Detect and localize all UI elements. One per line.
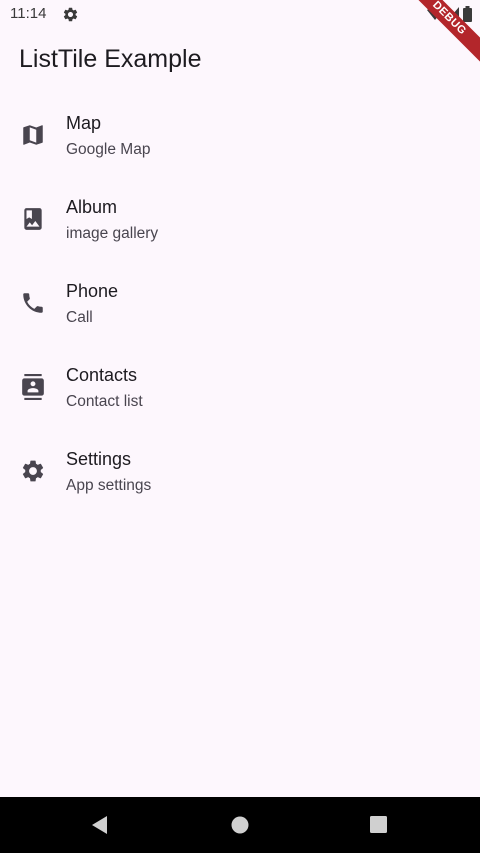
back-icon[interactable] xyxy=(90,815,110,835)
battery-icon xyxy=(463,6,472,22)
photo-album-icon xyxy=(24,208,42,230)
settings-status-icon xyxy=(63,7,78,22)
tile-subtitle: Contact list xyxy=(66,393,143,410)
contacts-icon xyxy=(22,374,44,400)
list-tile-settings[interactable]: Settings App settings xyxy=(0,430,480,514)
list-view: Map Google Map Album image gallery Phone… xyxy=(0,94,480,514)
list-tile-phone[interactable]: Phone Call xyxy=(0,262,480,346)
page-title: ListTile Example xyxy=(19,45,202,73)
recents-icon[interactable] xyxy=(369,815,389,835)
tile-title: Map xyxy=(66,113,102,133)
tile-subtitle: Call xyxy=(66,309,93,326)
tile-subtitle: Google Map xyxy=(66,141,151,158)
list-tile-album[interactable]: Album image gallery xyxy=(0,178,480,262)
settings-icon xyxy=(22,460,44,482)
tile-title: Album xyxy=(66,197,118,217)
tile-subtitle: App settings xyxy=(66,477,152,494)
phone-icon xyxy=(23,293,43,313)
system-navigation-bar xyxy=(0,797,480,853)
tile-subtitle: image gallery xyxy=(66,225,159,242)
list-tile-map[interactable]: Map Google Map xyxy=(0,94,480,178)
status-bar: 11:14 DEBUG xyxy=(0,0,480,71)
tile-title: Phone xyxy=(66,281,119,301)
tile-title: Contacts xyxy=(66,365,138,385)
tile-title: Settings xyxy=(66,449,132,469)
home-icon[interactable] xyxy=(230,815,250,835)
status-time: 11:14 xyxy=(10,5,47,22)
list-tile-contacts[interactable]: Contacts Contact list xyxy=(0,346,480,430)
map-icon xyxy=(23,125,43,145)
